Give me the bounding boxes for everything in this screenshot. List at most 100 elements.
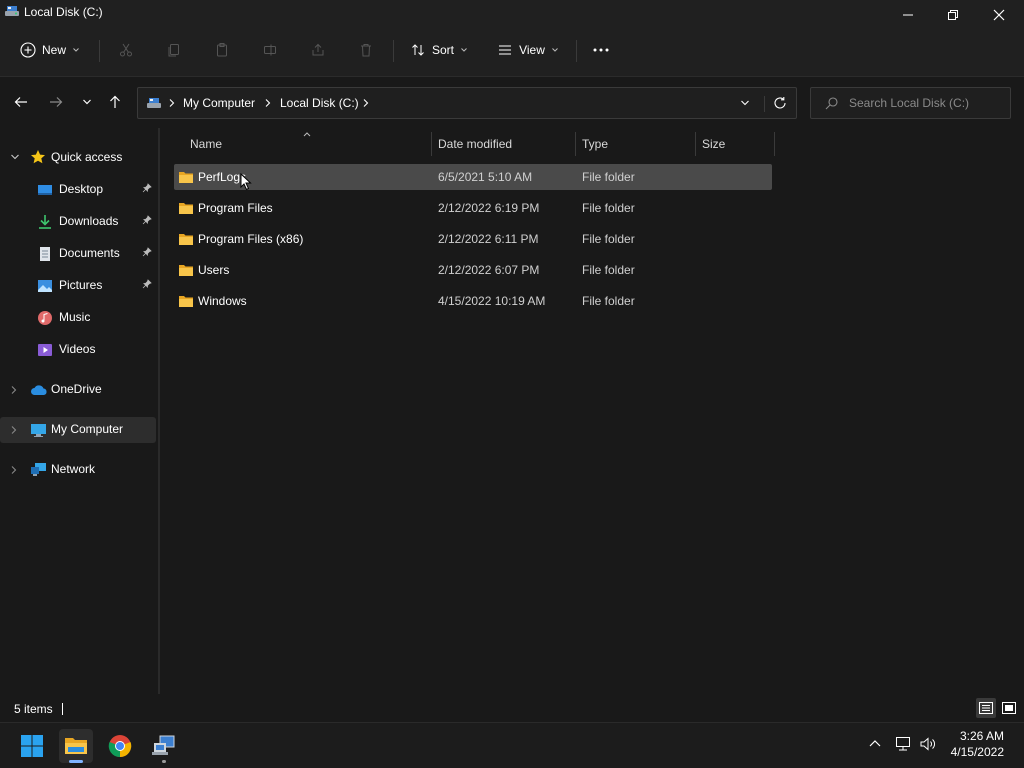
clock-date[interactable]: 4/15/2022: [951, 745, 1004, 759]
computer-icon: [31, 424, 46, 437]
sidebar-item-quick-access[interactable]: Quick access: [0, 145, 156, 171]
column-header-size[interactable]: Size: [702, 137, 725, 151]
active-app-indicator: [69, 760, 83, 763]
up-button[interactable]: [104, 91, 126, 113]
refresh-button[interactable]: [773, 96, 787, 110]
view-button[interactable]: View: [492, 30, 564, 70]
file-row-program-files-x86[interactable]: Program Files (x86) 2/12/2022 6:11 PM Fi…: [174, 226, 772, 252]
breadcrumb-local-disk[interactable]: Local Disk (C:): [280, 96, 359, 110]
pin-icon[interactable]: [142, 183, 152, 193]
file-date: 4/15/2022 10:19 AM: [438, 294, 546, 308]
pane-splitter[interactable]: [158, 128, 160, 694]
sidebar-item-onedrive[interactable]: OneDrive: [0, 377, 156, 403]
clock-time[interactable]: 3:26 AM: [960, 729, 1004, 743]
column-divider[interactable]: [774, 132, 775, 156]
chevron-right-icon[interactable]: [168, 98, 176, 108]
search-input[interactable]: [849, 95, 999, 111]
drive-icon: [4, 3, 20, 19]
file-date: 2/12/2022 6:07 PM: [438, 263, 540, 277]
file-row-perflogs[interactable]: PerfLogs 6/5/2021 5:10 AM File folder: [174, 164, 772, 190]
sidebar-item-pictures[interactable]: Pictures: [0, 273, 156, 299]
sidebar-item-desktop[interactable]: Desktop: [0, 177, 156, 203]
new-button[interactable]: New: [12, 30, 88, 70]
minimize-button[interactable]: [885, 0, 931, 30]
taskbar-network-app[interactable]: [147, 729, 181, 763]
arrow-up-icon: [110, 95, 120, 108]
taskbar-chrome[interactable]: [103, 729, 137, 763]
forward-button[interactable]: [45, 91, 67, 113]
column-header-name[interactable]: Name: [190, 137, 222, 151]
picture-icon: [38, 280, 52, 292]
share-button[interactable]: [304, 30, 332, 70]
chevron-down-icon: [461, 48, 467, 52]
chevron-right-icon[interactable]: [10, 465, 18, 475]
sidebar-item-network[interactable]: Network: [0, 457, 156, 483]
chevron-down-icon: [741, 100, 749, 106]
sort-button[interactable]: Sort: [404, 30, 474, 70]
taskbar-file-explorer[interactable]: [59, 729, 93, 763]
show-hidden-icons-button[interactable]: [868, 738, 882, 748]
cut-button[interactable]: [112, 30, 140, 70]
chevron-right-icon[interactable]: [10, 425, 18, 435]
search-box[interactable]: [810, 87, 1011, 119]
copy-button[interactable]: [160, 30, 188, 70]
chevron-right-icon[interactable]: [264, 98, 272, 108]
column-divider[interactable]: [431, 132, 432, 156]
file-name: Windows: [198, 294, 247, 308]
delete-button[interactable]: [352, 30, 380, 70]
pin-icon[interactable]: [142, 215, 152, 225]
sidebar-item-documents[interactable]: Documents: [0, 241, 156, 267]
large-icons-view-button[interactable]: [999, 698, 1019, 718]
column-divider[interactable]: [575, 132, 576, 156]
close-button[interactable]: [976, 0, 1022, 30]
sidebar-item-label: Desktop: [59, 182, 104, 196]
view-label: View: [519, 43, 545, 57]
sidebar-item-my-computer[interactable]: My Computer: [0, 417, 156, 443]
chevron-right-icon[interactable]: [362, 98, 370, 108]
start-button[interactable]: [15, 729, 49, 763]
status-separator: [62, 703, 63, 715]
chevron-right-icon[interactable]: [10, 385, 18, 395]
network-status-icon[interactable]: [894, 736, 912, 752]
sidebar-item-label: Quick access: [51, 150, 123, 164]
file-type: File folder: [582, 170, 635, 184]
more-options-button[interactable]: [586, 30, 616, 70]
search-icon: [825, 97, 838, 110]
chrome-icon: [108, 735, 132, 758]
breadcrumb-my-computer[interactable]: My Computer: [183, 96, 255, 110]
video-icon: [38, 344, 52, 356]
folder-icon: [179, 234, 193, 245]
file-row-windows[interactable]: Windows 4/15/2022 10:19 AM File folder: [174, 288, 772, 314]
volume-icon[interactable]: [919, 736, 937, 752]
folder-icon: [179, 172, 193, 183]
pin-icon[interactable]: [142, 247, 152, 257]
recent-locations-button[interactable]: [76, 91, 98, 113]
separator: [576, 40, 577, 62]
chevron-down-icon[interactable]: [10, 153, 20, 161]
sidebar-item-downloads[interactable]: Downloads: [0, 209, 156, 235]
details-view-button[interactable]: [976, 698, 996, 718]
column-header-date-modified[interactable]: Date modified: [438, 137, 512, 151]
file-row-users[interactable]: Users 2/12/2022 6:07 PM File folder: [174, 257, 772, 283]
document-icon: [40, 247, 50, 261]
rename-button[interactable]: [256, 30, 284, 70]
pin-icon[interactable]: [142, 279, 152, 289]
column-divider[interactable]: [695, 132, 696, 156]
address-history-dropdown[interactable]: [740, 99, 750, 107]
file-row-program-files[interactable]: Program Files 2/12/2022 6:19 PM File fol…: [174, 195, 772, 221]
back-button[interactable]: [10, 91, 32, 113]
folder-icon: [179, 265, 193, 276]
trash-icon: [361, 44, 371, 57]
details-view-icon: [979, 702, 993, 714]
view-list-icon: [499, 45, 512, 55]
chevron-up-icon: [869, 740, 881, 747]
restore-button[interactable]: [930, 0, 976, 30]
clipboard-icon: [217, 43, 227, 57]
column-header-type[interactable]: Type: [582, 137, 608, 151]
sidebar-item-music[interactable]: Music: [0, 305, 156, 331]
paste-button[interactable]: [208, 30, 236, 70]
sidebar-item-videos[interactable]: Videos: [0, 337, 156, 363]
mouse-cursor-icon: [240, 173, 252, 191]
minimize-icon: [903, 14, 913, 16]
address-bar[interactable]: My Computer Local Disk (C:): [137, 87, 797, 119]
